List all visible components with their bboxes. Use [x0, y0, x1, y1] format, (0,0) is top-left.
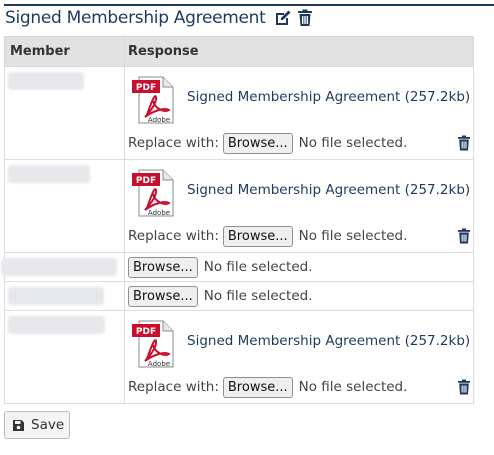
file-link[interactable]: Signed Membership Agreement (257.2kb) [187, 333, 470, 349]
replace-label: Replace with: [128, 228, 219, 244]
member-cell [4, 66, 125, 160]
browse-button[interactable]: Browse... [222, 132, 293, 154]
file-link[interactable]: Signed Membership Agreement (257.2kb) [187, 89, 470, 105]
delete-file-icon[interactable] [457, 135, 471, 151]
header-rule [4, 4, 494, 6]
edit-icon[interactable] [274, 9, 292, 27]
replace-label: Replace with: [128, 135, 219, 151]
svg-text:PDF: PDF [136, 176, 156, 186]
floppy-icon [13, 419, 24, 431]
member-name-redacted [1, 258, 117, 276]
response-cell: PDF Adobe Signed Membership Agreement (2… [124, 159, 474, 253]
no-file-label: No file selected. [298, 228, 408, 244]
response-cell: Browse... No file selected. [124, 281, 474, 311]
browse-button[interactable]: Browse... [128, 285, 198, 307]
pdf-file-icon: PDF Adobe [132, 169, 174, 217]
response-cell: PDF Adobe Signed Membership Agreement (2… [124, 310, 474, 404]
no-file-label: No file selected. [203, 259, 313, 275]
browse-button[interactable]: Browse... [222, 225, 293, 247]
save-button[interactable]: Save [4, 411, 70, 439]
browse-button[interactable]: Browse... [128, 256, 198, 278]
member-name-redacted [8, 72, 84, 90]
no-file-label: No file selected. [298, 379, 408, 395]
member-cell [1, 252, 125, 282]
browse-button[interactable]: Browse... [222, 376, 293, 398]
table-row: PDF Adobe Signed Membership Agreement (2… [4, 310, 474, 404]
pdf-file-icon: PDF Adobe [132, 76, 174, 124]
replace-label: Replace with: [128, 379, 219, 395]
pdf-file-icon: PDF Adobe [132, 320, 174, 368]
svg-text:Adobe: Adobe [148, 209, 170, 217]
response-cell: Browse... No file selected. [124, 252, 474, 282]
no-file-label: No file selected. [298, 135, 408, 151]
delete-file-icon[interactable] [457, 228, 471, 244]
column-header-response: Response [124, 36, 474, 67]
responses-table: Member Response PDF Adobe Signed Members… [1, 36, 474, 404]
table-row: PDF Adobe Signed Membership Agreement (2… [4, 66, 474, 160]
member-cell [4, 281, 125, 311]
member-name-redacted [8, 165, 90, 183]
svg-text:Adobe: Adobe [148, 116, 170, 124]
member-cell [4, 310, 125, 404]
no-file-label: No file selected. [203, 288, 313, 304]
svg-text:PDF: PDF [136, 83, 156, 93]
table-row: Browse... No file selected. [4, 281, 474, 311]
table-header-row: Member Response [4, 36, 474, 67]
delete-file-icon[interactable] [457, 379, 471, 395]
save-button-label: Save [31, 417, 65, 433]
svg-text:PDF: PDF [136, 327, 156, 337]
member-name-redacted [8, 287, 104, 305]
table-row: PDF Adobe Signed Membership Agreement (2… [4, 159, 474, 253]
svg-text:Adobe: Adobe [148, 360, 170, 368]
section-header: Signed Membership Agreement [5, 7, 314, 29]
page-title: Signed Membership Agreement [5, 8, 266, 28]
table-row: Browse... No file selected. [1, 252, 474, 282]
member-cell [4, 159, 125, 253]
trash-icon[interactable] [296, 9, 314, 27]
response-cell: PDF Adobe Signed Membership Agreement (2… [124, 66, 474, 160]
column-header-member: Member [4, 36, 125, 67]
file-link[interactable]: Signed Membership Agreement (257.2kb) [187, 182, 470, 198]
member-name-redacted [8, 316, 105, 334]
